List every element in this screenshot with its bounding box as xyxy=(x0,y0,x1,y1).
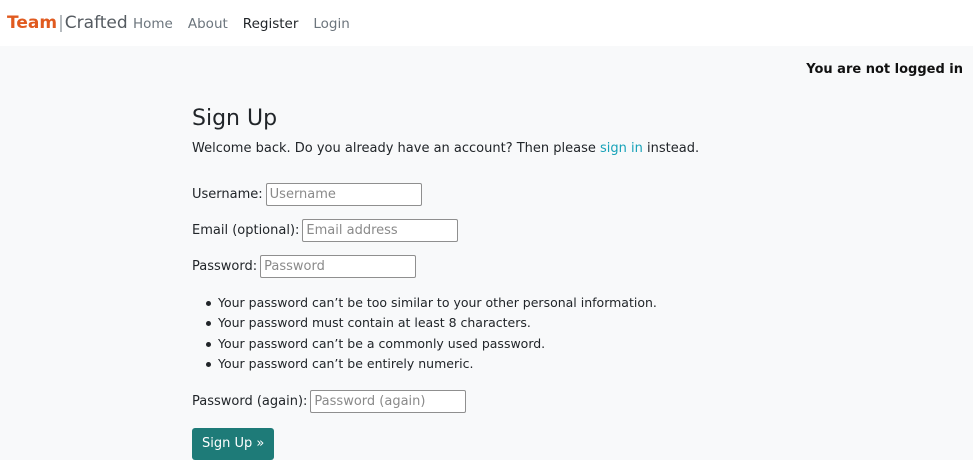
nav-register-link[interactable]: Register xyxy=(243,15,299,33)
brand-team-text: Team xyxy=(7,13,58,33)
welcome-text-before: Welcome back. Do you already have an acc… xyxy=(192,141,601,156)
email-label: Email (optional): xyxy=(192,222,300,238)
password-row: Password: xyxy=(192,254,792,278)
username-row: Username: xyxy=(192,182,792,206)
nav-login-link[interactable]: Login xyxy=(313,15,349,33)
welcome-text: Welcome back. Do you already have an acc… xyxy=(192,140,792,158)
page-title: Sign Up xyxy=(192,106,278,131)
username-input[interactable] xyxy=(265,182,422,206)
password-again-label: Password (again): xyxy=(192,394,308,410)
password-input[interactable] xyxy=(260,254,417,278)
email-input[interactable] xyxy=(302,218,459,242)
password-label: Password: xyxy=(192,258,258,274)
brand-crafted-text: Crafted xyxy=(64,13,128,33)
sign-up-button[interactable]: Sign Up » xyxy=(192,427,275,460)
password-help-item: Your password can’t be entirely numeric. xyxy=(206,354,792,374)
signup-form: Username: Email (optional): Password: Yo… xyxy=(192,182,792,460)
password-help-item: Your password can’t be too similar to yo… xyxy=(206,293,792,313)
password-help-list: Your password can’t be too similar to yo… xyxy=(206,293,792,375)
nav-about-link[interactable]: About xyxy=(188,15,228,33)
main-nav: Home About Register Login xyxy=(133,15,365,33)
brand-logo[interactable]: Team|Crafted xyxy=(7,11,128,35)
brand-separator: | xyxy=(58,13,64,33)
top-navbar: Team|Crafted Home About Register Login xyxy=(0,0,973,46)
nav-home-link[interactable]: Home xyxy=(133,15,173,33)
password-again-row: Password (again): xyxy=(192,390,792,414)
welcome-text-after: instead. xyxy=(642,141,700,156)
username-label: Username: xyxy=(192,186,263,202)
password-help-item: Your password must contain at least 8 ch… xyxy=(206,313,792,333)
sign-in-link[interactable]: sign in xyxy=(600,141,643,156)
password-again-input[interactable] xyxy=(310,390,467,414)
email-row: Email (optional): xyxy=(192,218,792,242)
signup-panel: Sign Up Welcome back. Do you already hav… xyxy=(192,104,792,460)
login-status-text: You are not logged in xyxy=(806,62,963,77)
password-help-item: Your password can’t be a commonly used p… xyxy=(206,334,792,354)
